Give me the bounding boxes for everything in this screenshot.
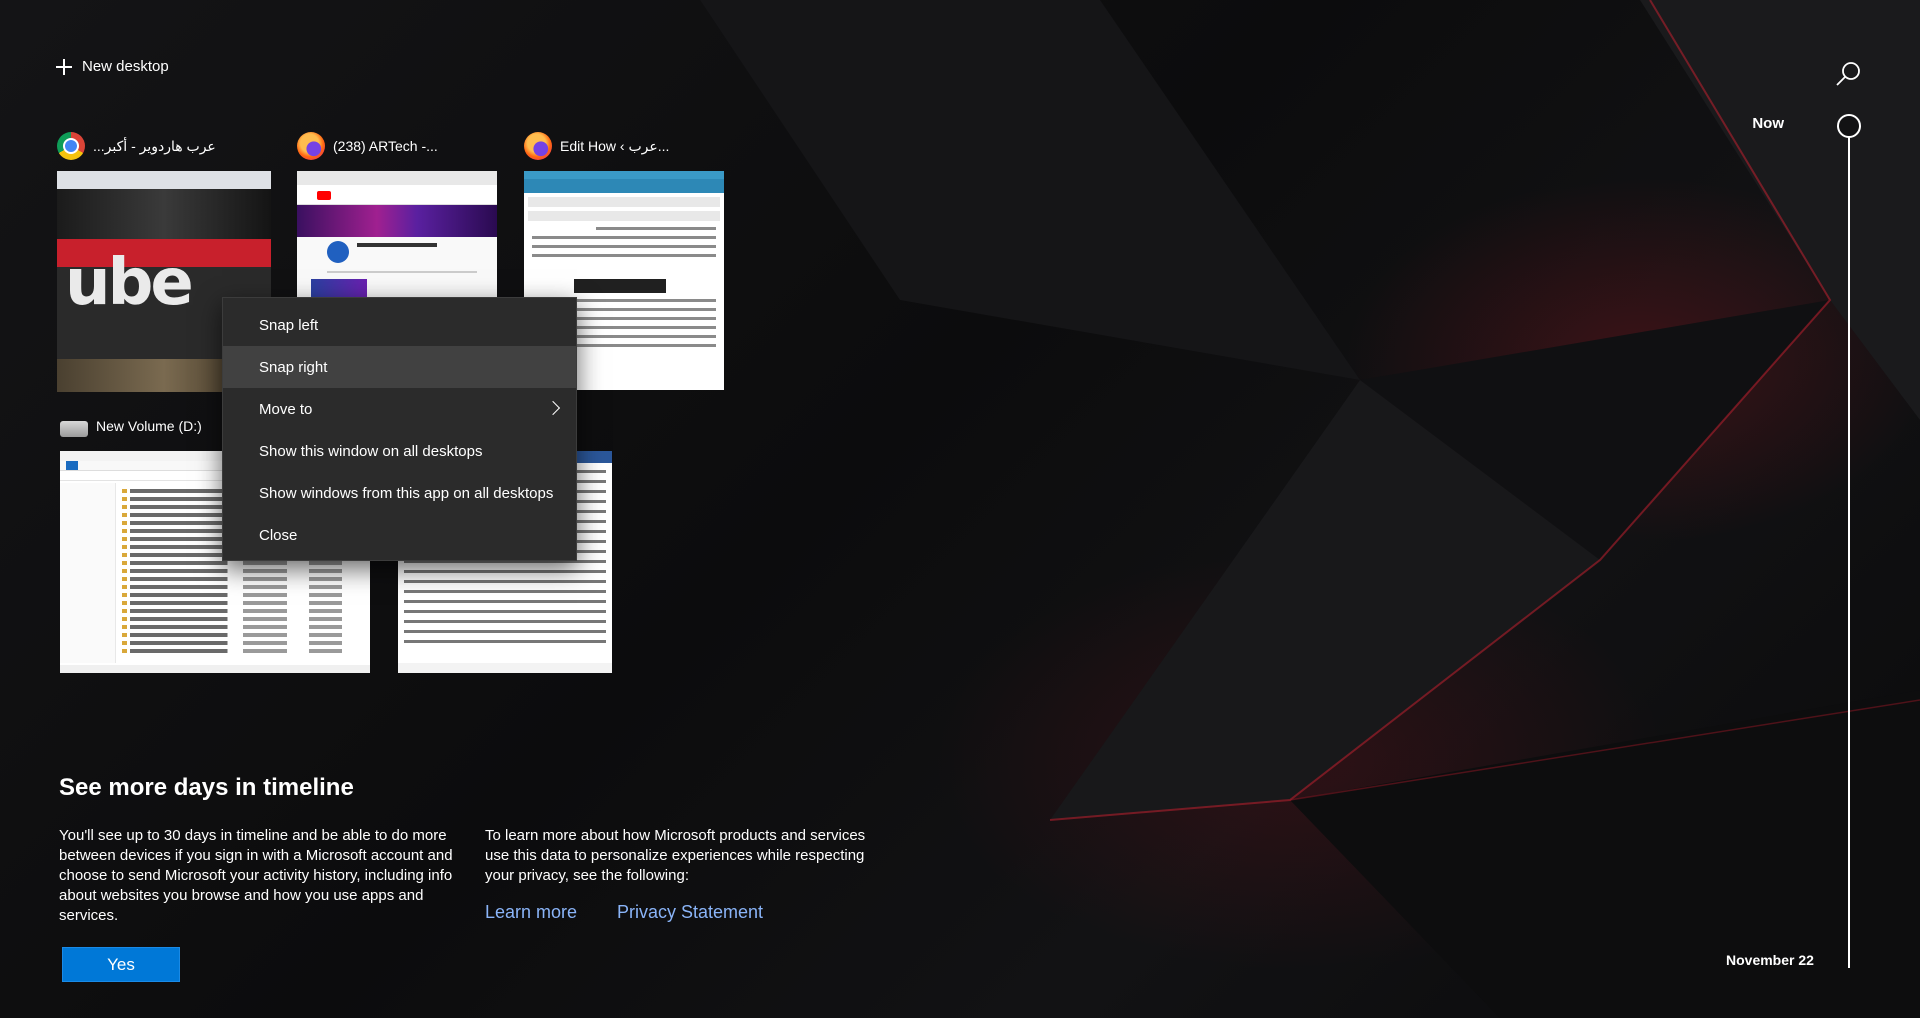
menu-item-label: Show windows from this app on all deskto…: [259, 484, 554, 502]
plus-icon: [56, 58, 72, 75]
window-title: New Volume (D:): [96, 418, 202, 434]
menu-item-label: Show this window on all desktops: [259, 442, 483, 460]
search-icon[interactable]: [1834, 60, 1862, 88]
privacy-description: To learn more about how Microsoft produc…: [485, 827, 866, 884]
promo-title: See more days in timeline: [59, 774, 354, 801]
window-thumbnail[interactable]: [297, 171, 497, 301]
menu-item-label: Snap right: [259, 358, 328, 376]
menu-item-label: Move to: [259, 400, 313, 418]
window-title: Edit How ‹ عرب...: [560, 137, 670, 154]
promo-description: You'll see up to 30 days in timeline and…: [59, 827, 453, 924]
timeline-date-label: November 22: [1726, 952, 1814, 968]
window-card-firefox-youtube[interactable]: (238) ARTech -...: [297, 131, 497, 301]
menu-item-move-to[interactable]: Move to: [223, 388, 576, 430]
new-desktop-button[interactable]: New desktop: [56, 58, 169, 75]
menu-item-show-app-all-desktops[interactable]: Show windows from this app on all deskto…: [223, 472, 576, 514]
yes-button[interactable]: Yes: [62, 947, 180, 982]
context-menu: Snap left Snap right Move to Show this w…: [222, 297, 577, 561]
firefox-icon: [297, 132, 325, 160]
window-title: عرب هاردوير - أكبر...: [93, 137, 216, 154]
menu-item-label: Snap left: [259, 316, 319, 334]
channel-avatar: [327, 241, 349, 263]
youtube-logo-icon: [317, 191, 331, 200]
drive-icon: [60, 421, 88, 437]
thumbnail-text: ube: [65, 246, 194, 320]
learn-more-link[interactable]: Learn more: [485, 902, 577, 923]
chrome-icon: [57, 132, 85, 160]
menu-item-close[interactable]: Close: [223, 514, 576, 556]
window-title: (238) ARTech -...: [333, 138, 438, 154]
new-desktop-label: New desktop: [82, 58, 169, 75]
menu-item-show-window-all-desktops[interactable]: Show this window on all desktops: [223, 430, 576, 472]
firefox-icon: [524, 132, 552, 160]
privacy-statement-link[interactable]: Privacy Statement: [617, 902, 763, 923]
menu-item-snap-left[interactable]: Snap left: [223, 304, 576, 346]
timeline-now-label: Now: [1752, 115, 1784, 132]
menu-item-snap-right[interactable]: Snap right: [223, 346, 576, 388]
timeline-scrollbar[interactable]: [1848, 126, 1850, 968]
chevron-right-icon: [545, 400, 561, 416]
taskbar-screenshot: [574, 279, 666, 293]
timeline-knob[interactable]: [1837, 114, 1861, 138]
menu-item-label: Close: [259, 526, 298, 544]
